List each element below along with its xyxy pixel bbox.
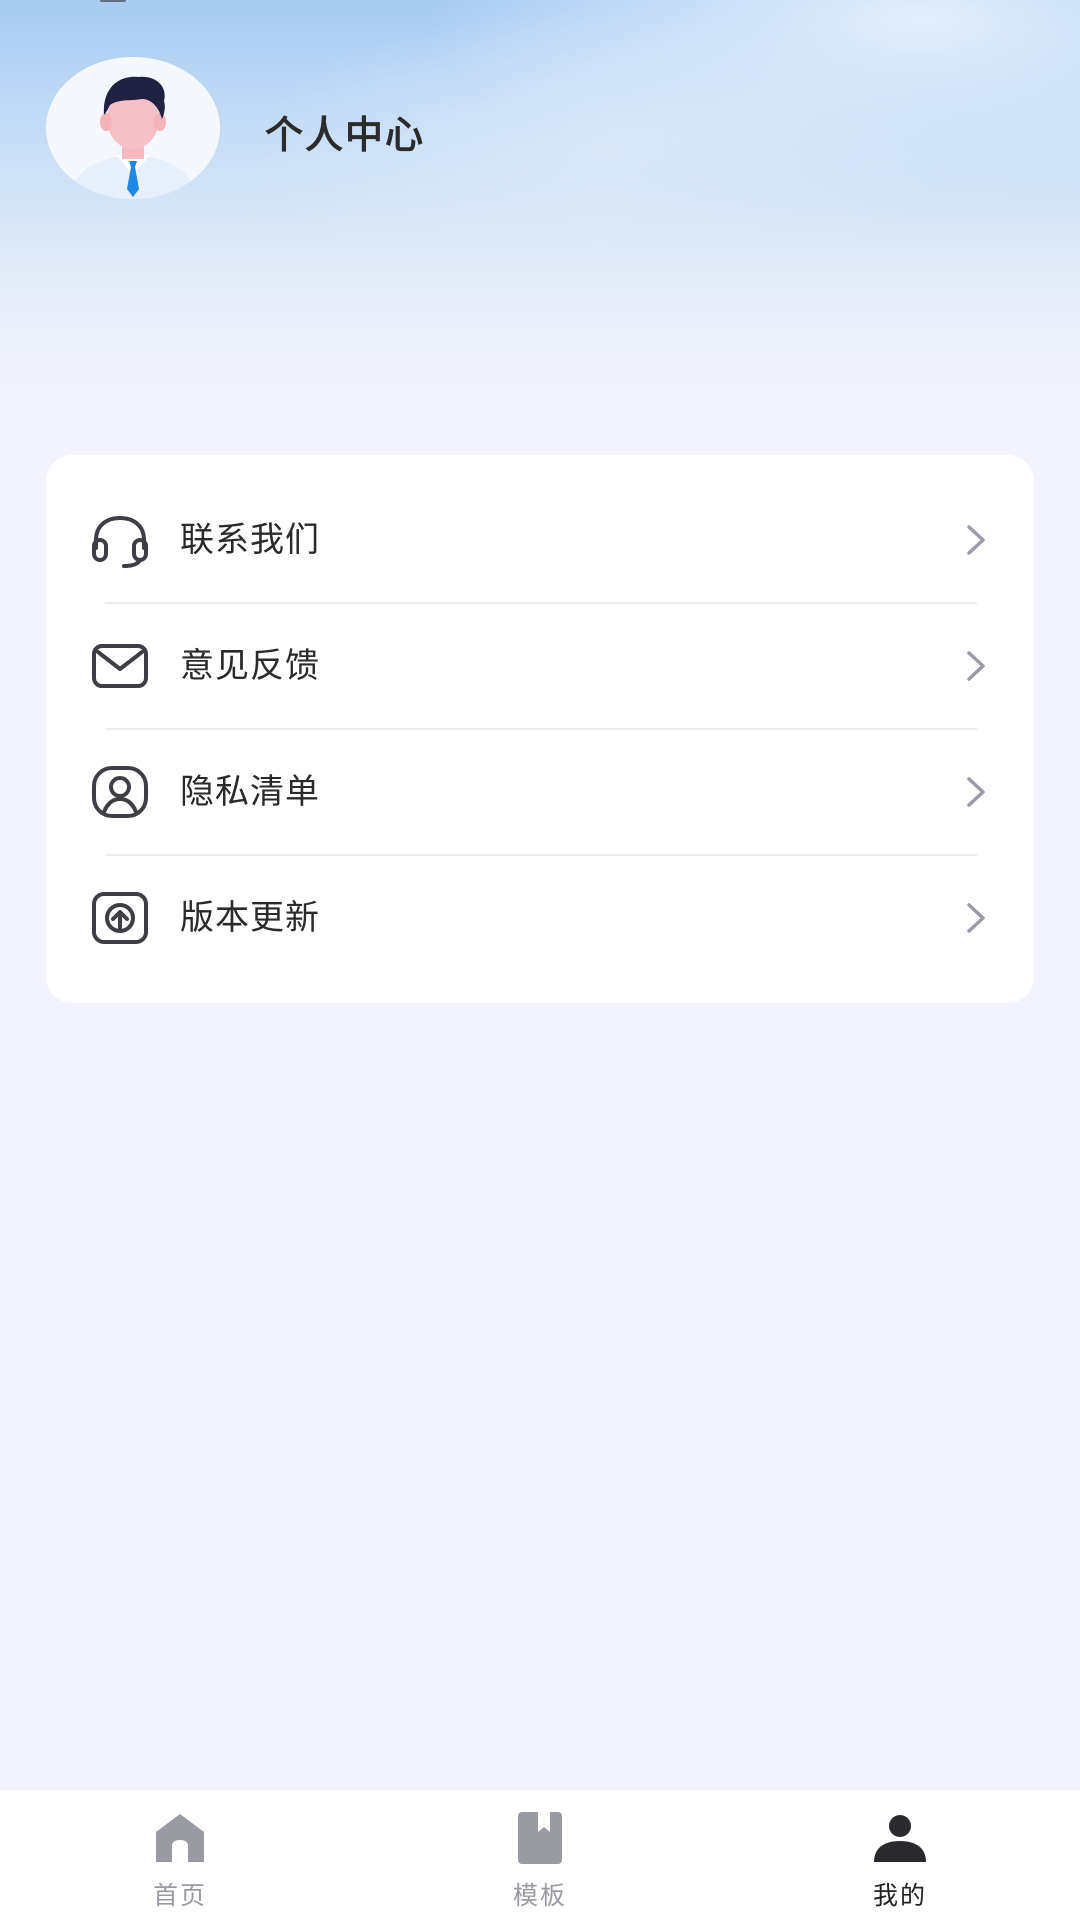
avatar[interactable] (46, 57, 220, 199)
tab-label: 模板 (512, 1881, 567, 1910)
profile-page: 个人中心 联系我们 意见反馈 隐私清单 版本更新 首页 模板 我的 (0, 0, 1080, 1920)
tab-home[interactable]: 首页 (80, 1790, 280, 1920)
chevron-right-icon (967, 651, 985, 681)
menu-item-label: 隐私清单 (180, 772, 320, 812)
menu-item-label: 意见反馈 (180, 646, 320, 686)
upload-update-icon (92, 892, 148, 944)
tab-label: 首页 (152, 1881, 207, 1910)
tab-mine[interactable]: 我的 (800, 1790, 1000, 1920)
user-privacy-icon (92, 766, 148, 818)
menu-item-version-update[interactable]: 版本更新 (46, 855, 1034, 981)
headset-icon (92, 515, 148, 568)
bookmark-book-icon (518, 1812, 562, 1864)
menu-item-label: 联系我们 (180, 520, 320, 560)
menu-item-feedback[interactable]: 意见反馈 (46, 603, 1034, 729)
tab-label: 我的 (872, 1881, 927, 1910)
status-bar-indicator (100, 0, 126, 2)
home-icon (156, 1814, 204, 1862)
menu-item-label: 版本更新 (180, 898, 320, 938)
menu-card: 联系我们 意见反馈 隐私清单 版本更新 (46, 455, 1034, 1003)
tab-templates[interactable]: 模板 (440, 1790, 640, 1920)
person-icon (874, 1815, 926, 1862)
menu-item-privacy-list[interactable]: 隐私清单 (46, 729, 1034, 855)
page-title: 个人中心 (265, 113, 426, 157)
chevron-right-icon (967, 903, 985, 933)
mail-icon (92, 644, 148, 688)
bottom-tab-bar: 首页 模板 我的 (0, 1790, 1080, 1920)
menu-item-contact-us[interactable]: 联系我们 (46, 477, 1034, 603)
chevron-right-icon (967, 777, 985, 807)
chevron-right-icon (967, 525, 985, 555)
